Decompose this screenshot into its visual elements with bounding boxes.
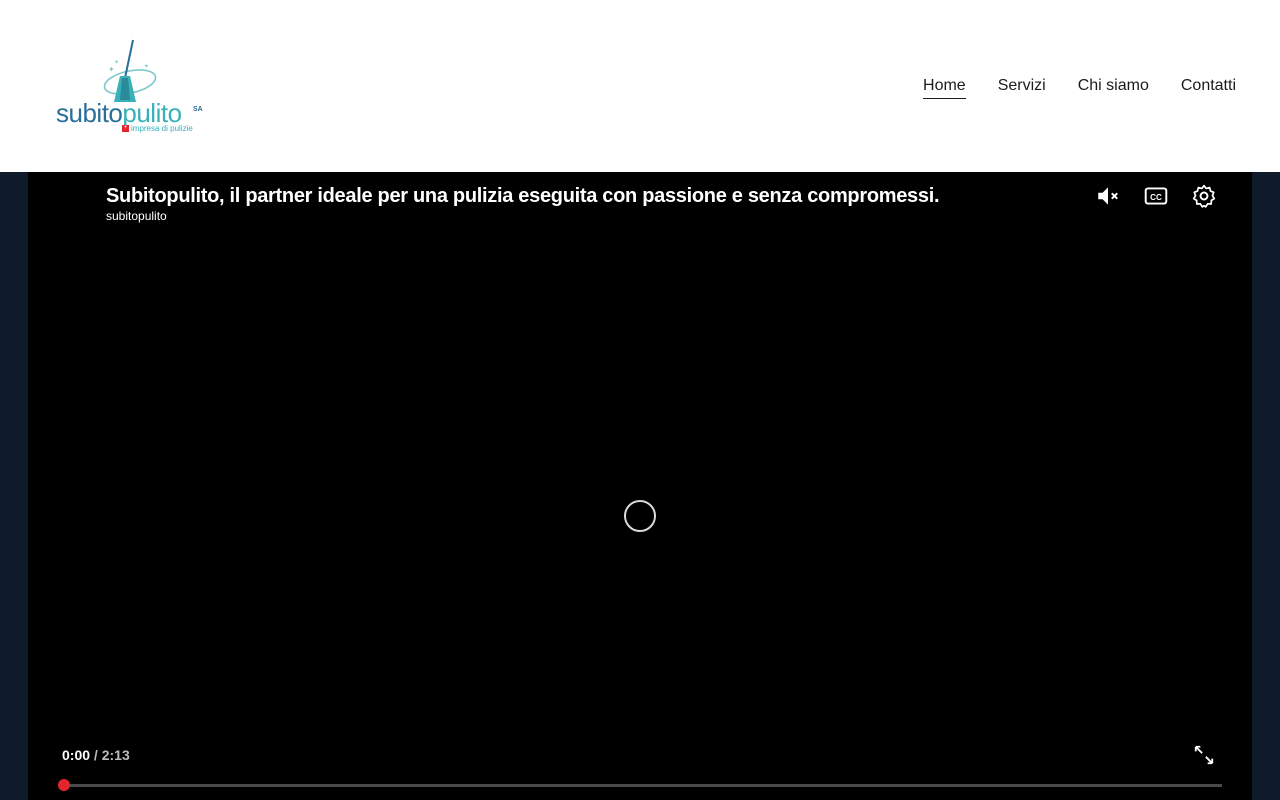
logo-suffix: SA: [193, 106, 203, 113]
svg-text:✦: ✦: [108, 65, 115, 74]
nav-item-contatti[interactable]: Contatti: [1181, 76, 1236, 99]
current-time: 0:00: [62, 747, 91, 763]
duration: 2:13: [101, 747, 130, 763]
svg-text:✦: ✦: [144, 63, 149, 70]
logo-tagline: impresa di pulizie: [131, 124, 193, 133]
site-logo[interactable]: ✦ ✦ ✦ subitopulito SA + impresa di pulizi…: [56, 38, 206, 138]
video-channel[interactable]: subitopulito: [106, 209, 167, 223]
nav-item-chi-siamo[interactable]: Chi siamo: [1078, 76, 1149, 99]
site-header: ✦ ✦ ✦ subitopulito SA + impresa di pulizi…: [0, 0, 1280, 172]
progress-bar[interactable]: [58, 779, 1222, 791]
nav-item-servizi[interactable]: Servizi: [998, 76, 1046, 99]
video-player[interactable]: Subitopulito, il partner ideale per una …: [28, 172, 1252, 800]
svg-text:CC: CC: [1150, 193, 1162, 202]
main-nav: Home Servizi Chi siamo Contatti: [923, 76, 1236, 99]
swiss-flag-icon: +: [122, 125, 129, 133]
fullscreen-button[interactable]: [1190, 741, 1218, 769]
gear-icon: [1192, 184, 1216, 208]
volume-muted-icon: [1098, 187, 1118, 205]
fullscreen-icon: [1194, 745, 1214, 765]
closed-captions-icon: CC: [1144, 187, 1168, 205]
logo-word-part1: subito: [56, 98, 123, 128]
nav-item-home[interactable]: Home: [923, 76, 966, 99]
time-display: 0:00 / 2:13: [62, 747, 130, 763]
svg-text:✦: ✦: [114, 59, 119, 66]
video-title[interactable]: Subitopulito, il partner ideale per una …: [106, 185, 940, 208]
progress-scrubber-handle[interactable]: [58, 779, 70, 791]
captions-button[interactable]: CC: [1142, 182, 1170, 210]
logo-tagline-row: + impresa di pulizie: [122, 124, 193, 133]
mute-button[interactable]: [1094, 182, 1122, 210]
loading-spinner-icon: [624, 500, 656, 532]
time-separator: /: [90, 747, 102, 763]
settings-button[interactable]: [1190, 182, 1218, 210]
